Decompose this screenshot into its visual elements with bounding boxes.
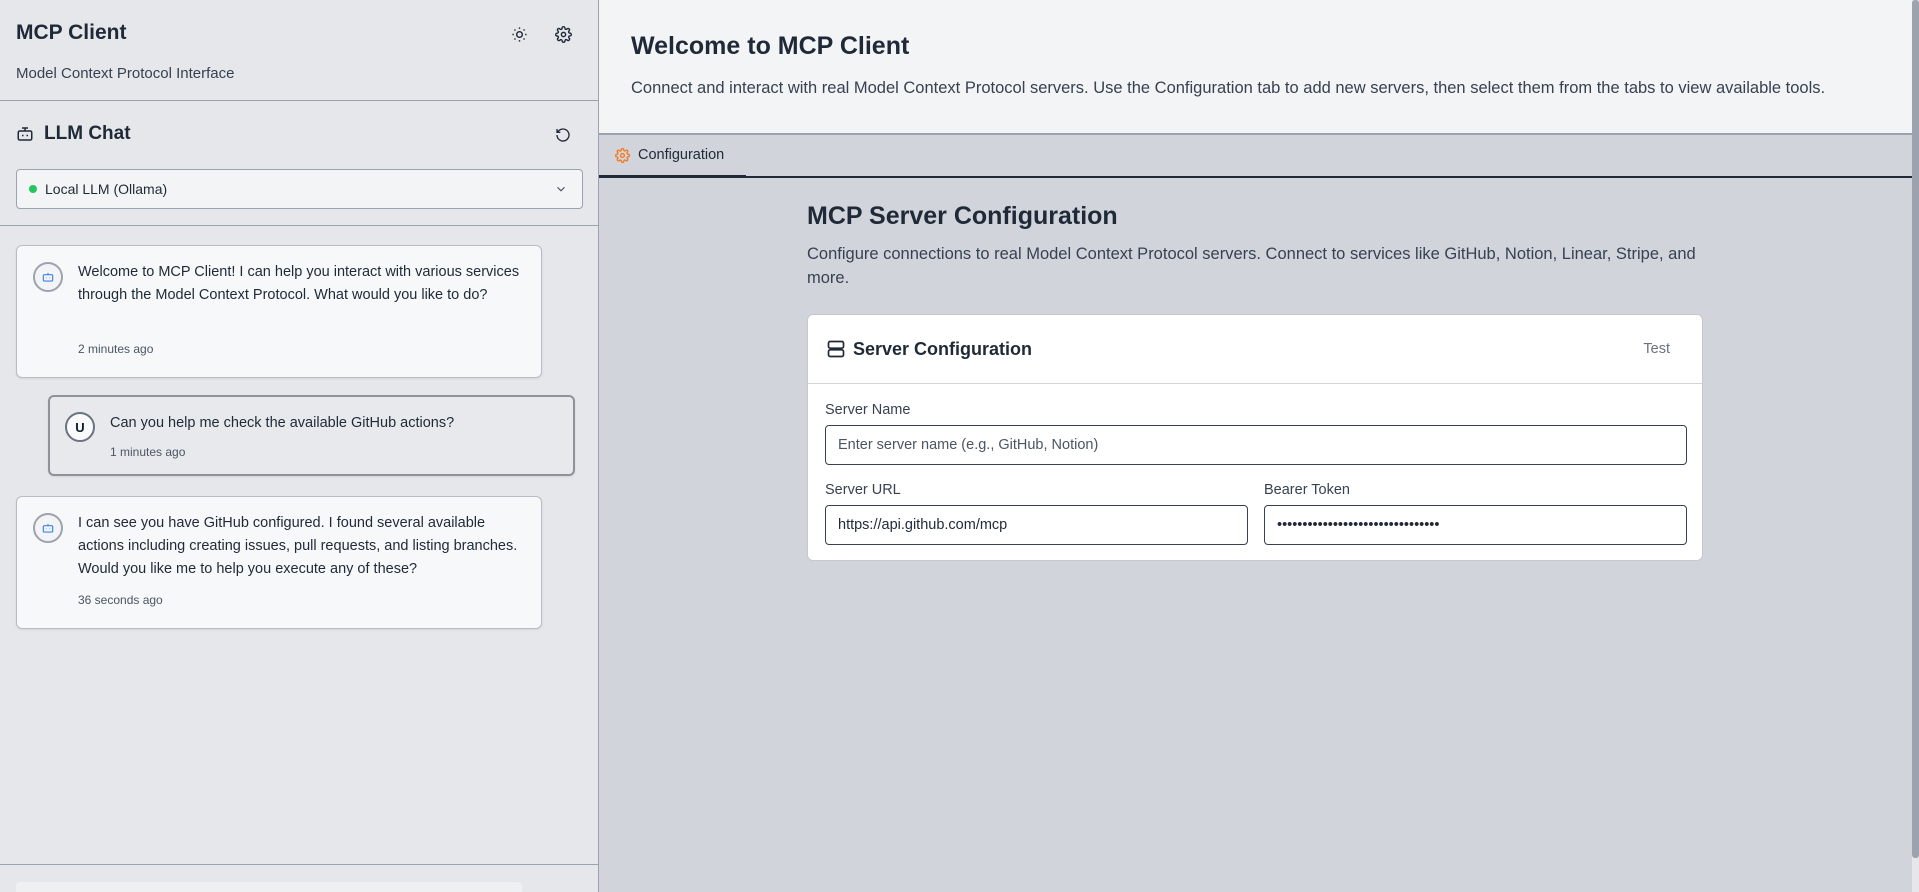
sidebar-header: MCP Client Model Context Protocol Interf…	[0, 0, 598, 101]
config-description: Configure connections to real Model Cont…	[807, 245, 1696, 287]
app: MCP Client Model Context Protocol Interf…	[0, 0, 1919, 892]
model-select[interactable]: Local LLM (Ollama)	[16, 169, 583, 209]
chevron-down-icon	[554, 182, 568, 196]
message-text: I can see you have GitHub configured. I …	[78, 515, 518, 577]
theme-toggle-button[interactable]	[506, 21, 532, 47]
scrollbar-thumb[interactable]	[1912, 0, 1919, 858]
user-avatar: U	[65, 412, 95, 442]
chat-input-area	[0, 864, 598, 892]
model-select-value: Local LLM (Ollama)	[45, 181, 168, 197]
test-button[interactable]: Test	[1643, 341, 1670, 357]
message-time: 2 minutes ago	[78, 342, 154, 356]
welcome-description: Connect and interact with real Model Con…	[631, 79, 1826, 97]
server-name-label: Server Name	[825, 402, 911, 418]
message-text: Can you help me check the available GitH…	[110, 415, 455, 431]
robot-icon	[16, 125, 36, 145]
sidebar: MCP Client Model Context Protocol Interf…	[0, 0, 599, 892]
settings-button[interactable]	[550, 21, 576, 47]
app-title: MCP Client	[16, 21, 127, 44]
bot-avatar	[33, 262, 63, 292]
message-time: 36 seconds ago	[78, 593, 163, 607]
bot-avatar	[33, 513, 63, 543]
server-url-input[interactable]	[825, 505, 1248, 545]
user-message: U Can you help me check the available Gi…	[48, 395, 575, 476]
gear-icon	[615, 147, 630, 163]
refresh-chat-button[interactable]	[549, 121, 577, 149]
card-header: Server Configuration Test	[808, 315, 1702, 384]
message-time: 1 minutes ago	[110, 445, 186, 459]
sun-icon	[511, 26, 527, 42]
robot-icon	[42, 272, 54, 282]
server-config-card: Server Configuration Test Server Name Se…	[807, 314, 1703, 561]
chat-title: LLM Chat	[44, 123, 131, 144]
app-subtitle: Model Context Protocol Interface	[16, 65, 235, 82]
refresh-icon	[556, 128, 570, 142]
card-title: Server Configuration	[853, 339, 1033, 359]
tab-bar: Configuration	[599, 135, 1919, 178]
config-title: MCP Server Configuration	[807, 202, 1118, 230]
message-text: Welcome to MCP Client! I can help you in…	[78, 264, 520, 303]
tab-label: Configuration	[638, 147, 725, 163]
welcome-banner: Welcome to MCP Client Connect and intera…	[599, 0, 1919, 135]
welcome-title: Welcome to MCP Client	[631, 32, 910, 60]
status-dot	[29, 185, 37, 193]
robot-icon	[42, 523, 54, 533]
tab-configuration[interactable]: Configuration	[599, 135, 746, 178]
bearer-token-input[interactable]	[1264, 505, 1687, 545]
main-content: Welcome to MCP Client Connect and intera…	[599, 0, 1919, 892]
gear-icon	[554, 25, 572, 43]
server-url-label: Server URL	[825, 482, 901, 498]
message-list: Welcome to MCP Client! I can help you in…	[0, 226, 598, 864]
assistant-message: Welcome to MCP Client! I can help you in…	[16, 245, 542, 378]
server-icon	[826, 339, 846, 359]
assistant-message: I can see you have GitHub configured. I …	[16, 496, 542, 629]
server-name-input[interactable]	[825, 425, 1687, 465]
scrollbar[interactable]	[1912, 0, 1919, 892]
chat-header: LLM Chat Local LLM (Ollama)	[0, 101, 598, 226]
bearer-token-label: Bearer Token	[1264, 482, 1350, 498]
chat-input[interactable]	[16, 882, 522, 892]
